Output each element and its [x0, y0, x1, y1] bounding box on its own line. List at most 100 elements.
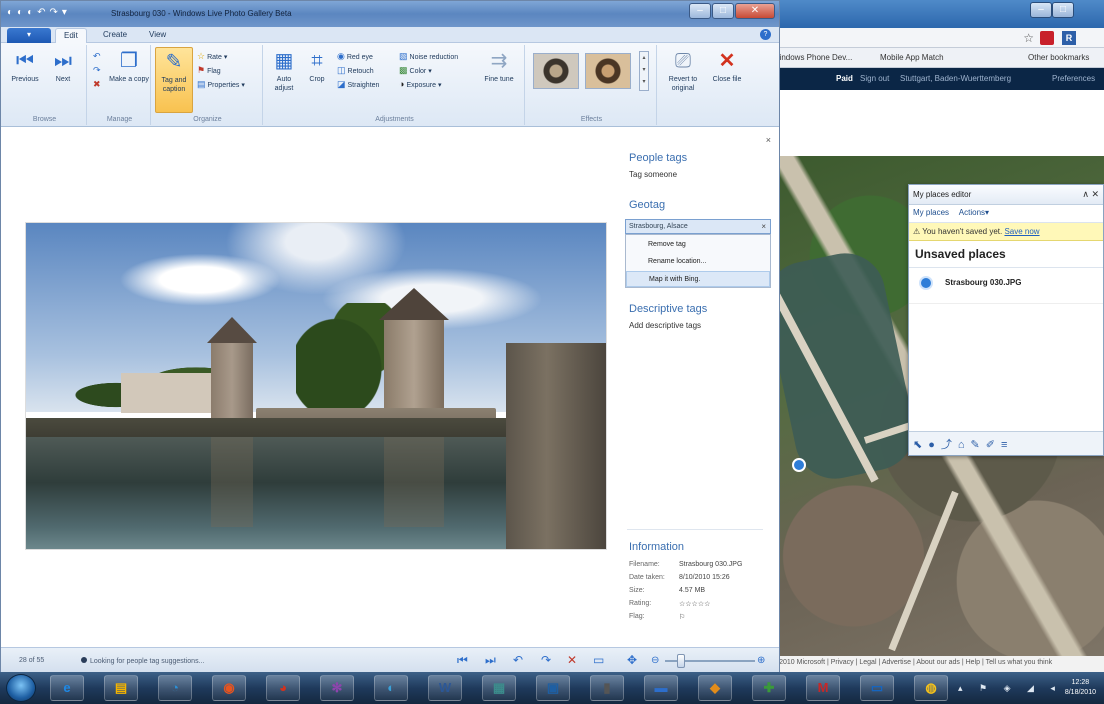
rotate-right-icon[interactable]: ↷: [541, 653, 551, 667]
red-eye-button[interactable]: ◉ Red eye: [337, 51, 373, 63]
map-pin-icon[interactable]: [792, 458, 806, 472]
taskbar-app-icon[interactable]: ◐: [374, 675, 408, 701]
taskbar-app-icon[interactable]: ▬: [644, 675, 678, 701]
my-places-tab[interactable]: My places: [913, 208, 949, 217]
effect-bw-thumbnail[interactable]: [533, 53, 579, 89]
taskbar-app-icon[interactable]: ◉: [212, 675, 246, 701]
maximize-button[interactable]: □: [712, 3, 734, 19]
place-list-item[interactable]: Strasbourg 030.JPG: [909, 268, 1103, 304]
taskbar-app-icon[interactable]: ◍: [914, 675, 948, 701]
previous-photo-icon[interactable]: ⏮: [457, 653, 468, 668]
zoom-in-icon[interactable]: ⊕: [757, 655, 765, 666]
file-menu-button[interactable]: ▾: [7, 28, 51, 43]
minimize-button[interactable]: –: [689, 3, 711, 19]
remove-tag-menu-item[interactable]: Remove tag: [626, 237, 770, 253]
tray-icons[interactable]: ▴ ⚑ ◈ ◢ ◂: [958, 683, 1062, 694]
crop-button[interactable]: ⌗ Crop: [303, 49, 331, 84]
places-close-button[interactable]: ∧ ✕: [1082, 189, 1099, 200]
fit-icon[interactable]: ✥: [627, 653, 637, 667]
close-file-button[interactable]: ✕ Close file: [709, 49, 745, 84]
delete-icon[interactable]: ✕: [567, 653, 577, 667]
rate-button[interactable]: ☆ Rate ▾: [197, 51, 227, 63]
rotate-left-icon[interactable]: ↶: [93, 51, 103, 63]
taskbar-app-icon[interactable]: ▦: [482, 675, 516, 701]
next-photo-icon[interactable]: ⏭: [485, 653, 496, 668]
taskbar-app-icon[interactable]: e: [50, 675, 84, 701]
photo-image[interactable]: [25, 222, 607, 550]
pane-close-icon[interactable]: ×: [766, 135, 771, 145]
revert-to-original-button[interactable]: ⎚ Revert to original: [661, 49, 705, 93]
taskbar-app-icon[interactable]: ◕: [266, 675, 300, 701]
map-footer[interactable]: © 2010 Microsoft | Privacy | Legal | Adv…: [770, 656, 1104, 672]
close-window-button[interactable]: ✕: [735, 3, 775, 19]
fine-tune-button[interactable]: ⇉ Fine tune: [481, 49, 517, 84]
bookmark-star-icon[interactable]: ☆: [1023, 31, 1034, 45]
polygon-tool-icon[interactable]: ⌂: [958, 439, 971, 451]
taskbar-app-icon[interactable]: ✚: [752, 675, 786, 701]
zoom-out-icon[interactable]: ⊖: [651, 655, 659, 666]
tag-and-caption-button[interactable]: ✎ Tag and caption: [155, 47, 193, 113]
tab-view[interactable]: View: [141, 28, 174, 43]
quick-access-toolbar[interactable]: ◐◐◐↶↷▾: [7, 7, 71, 18]
taskbar-app-icon[interactable]: M: [806, 675, 840, 701]
straighten-button[interactable]: ◪ Straighten: [337, 79, 379, 91]
bookmark-item[interactable]: Windows Phone Dev...: [772, 53, 852, 62]
tab-create[interactable]: Create: [95, 28, 135, 43]
info-rating[interactable]: Rating: ☆☆☆☆☆: [629, 600, 710, 608]
taskbar-app-icon[interactable]: ▮: [590, 675, 624, 701]
effect-sepia-thumbnail[interactable]: [585, 53, 631, 89]
extension-r-icon[interactable]: R: [1062, 31, 1076, 45]
rotate-left-icon[interactable]: ↶: [513, 653, 523, 667]
taskbar-app-icon[interactable]: W: [428, 675, 462, 701]
rotate-right-icon[interactable]: ↷: [93, 65, 103, 77]
map-it-with-bing-menu-item[interactable]: Map it with Bing.: [626, 271, 770, 287]
actions-menu[interactable]: Actions▾: [959, 208, 989, 217]
bookmark-item[interactable]: Mobile App Match: [880, 53, 944, 62]
make-copy-button[interactable]: ❐ Make a copy: [109, 49, 149, 84]
tab-edit[interactable]: Edit: [55, 28, 87, 43]
taskbar-app-icon[interactable]: ◔: [158, 675, 192, 701]
flag-button[interactable]: ⚑ Flag: [197, 65, 221, 77]
auto-adjust-button[interactable]: ▦ Auto adjust: [267, 49, 301, 93]
bing-nav-item[interactable]: Preferences: [1052, 74, 1095, 83]
properties-button[interactable]: ▤ Properties ▾: [197, 79, 245, 91]
taskbar-app-icon[interactable]: ▣: [536, 675, 570, 701]
color-button[interactable]: ▩ Color ▾: [399, 65, 432, 77]
browser-address-bar[interactable]: ☆ R: [770, 28, 1104, 48]
list-tool-icon[interactable]: ≡: [1001, 439, 1013, 451]
retouch-button[interactable]: ◫ Retouch: [337, 65, 374, 77]
taskbar-app-icon[interactable]: ✻: [320, 675, 354, 701]
clock[interactable]: 12:28 8/18/2010: [1065, 678, 1096, 698]
bing-nav-item[interactable]: Paid: [836, 74, 853, 83]
save-now-link[interactable]: Save now: [1004, 227, 1039, 236]
noise-reduction-button[interactable]: ▧ Noise reduction: [399, 51, 458, 63]
pushpin-tool-icon[interactable]: ●: [928, 439, 941, 451]
select-tool-icon[interactable]: ⬉: [913, 439, 928, 451]
zoom-slider-thumb[interactable]: [677, 654, 685, 668]
start-button[interactable]: [6, 674, 36, 702]
extension-icon[interactable]: [1040, 31, 1054, 45]
browser-maximize-button[interactable]: □: [1052, 2, 1074, 18]
bookmark-item[interactable]: Other bookmarks: [1028, 53, 1089, 62]
bing-nav-item[interactable]: Stuttgart, Baden-Wuerttemberg: [900, 74, 1011, 83]
erase-tool-icon[interactable]: ✐: [986, 439, 1001, 451]
help-icon[interactable]: ?: [760, 29, 771, 40]
add-descriptive-tags-link[interactable]: Add descriptive tags: [629, 321, 701, 330]
slideshow-icon[interactable]: ▭: [593, 653, 604, 667]
rename-location-menu-item[interactable]: Rename location...: [626, 254, 770, 270]
geotag-field[interactable]: Strasbourg, Alsace ×: [625, 219, 771, 234]
clear-geotag-icon[interactable]: ×: [761, 222, 766, 231]
info-flag[interactable]: Flag: ⚐: [629, 613, 685, 621]
taskbar-app-icon[interactable]: ◆: [698, 675, 732, 701]
browser-minimize-button[interactable]: –: [1030, 2, 1052, 18]
delete-icon[interactable]: ✖: [93, 79, 103, 91]
tag-someone-link[interactable]: Tag someone: [629, 170, 677, 179]
bing-nav-item[interactable]: Sign out: [860, 74, 889, 83]
edit-tool-icon[interactable]: ✎: [971, 439, 986, 451]
effects-scroll-icon[interactable]: ▴ ▾ ▾: [639, 51, 649, 91]
previous-button[interactable]: ⏮ Previous: [7, 49, 43, 84]
taskbar-app-icon[interactable]: ▭: [860, 675, 894, 701]
taskbar-app-icon[interactable]: ▤: [104, 675, 138, 701]
exposure-button[interactable]: ◑ Exposure ▾: [399, 79, 441, 91]
line-tool-icon[interactable]: ⤴: [941, 439, 958, 451]
